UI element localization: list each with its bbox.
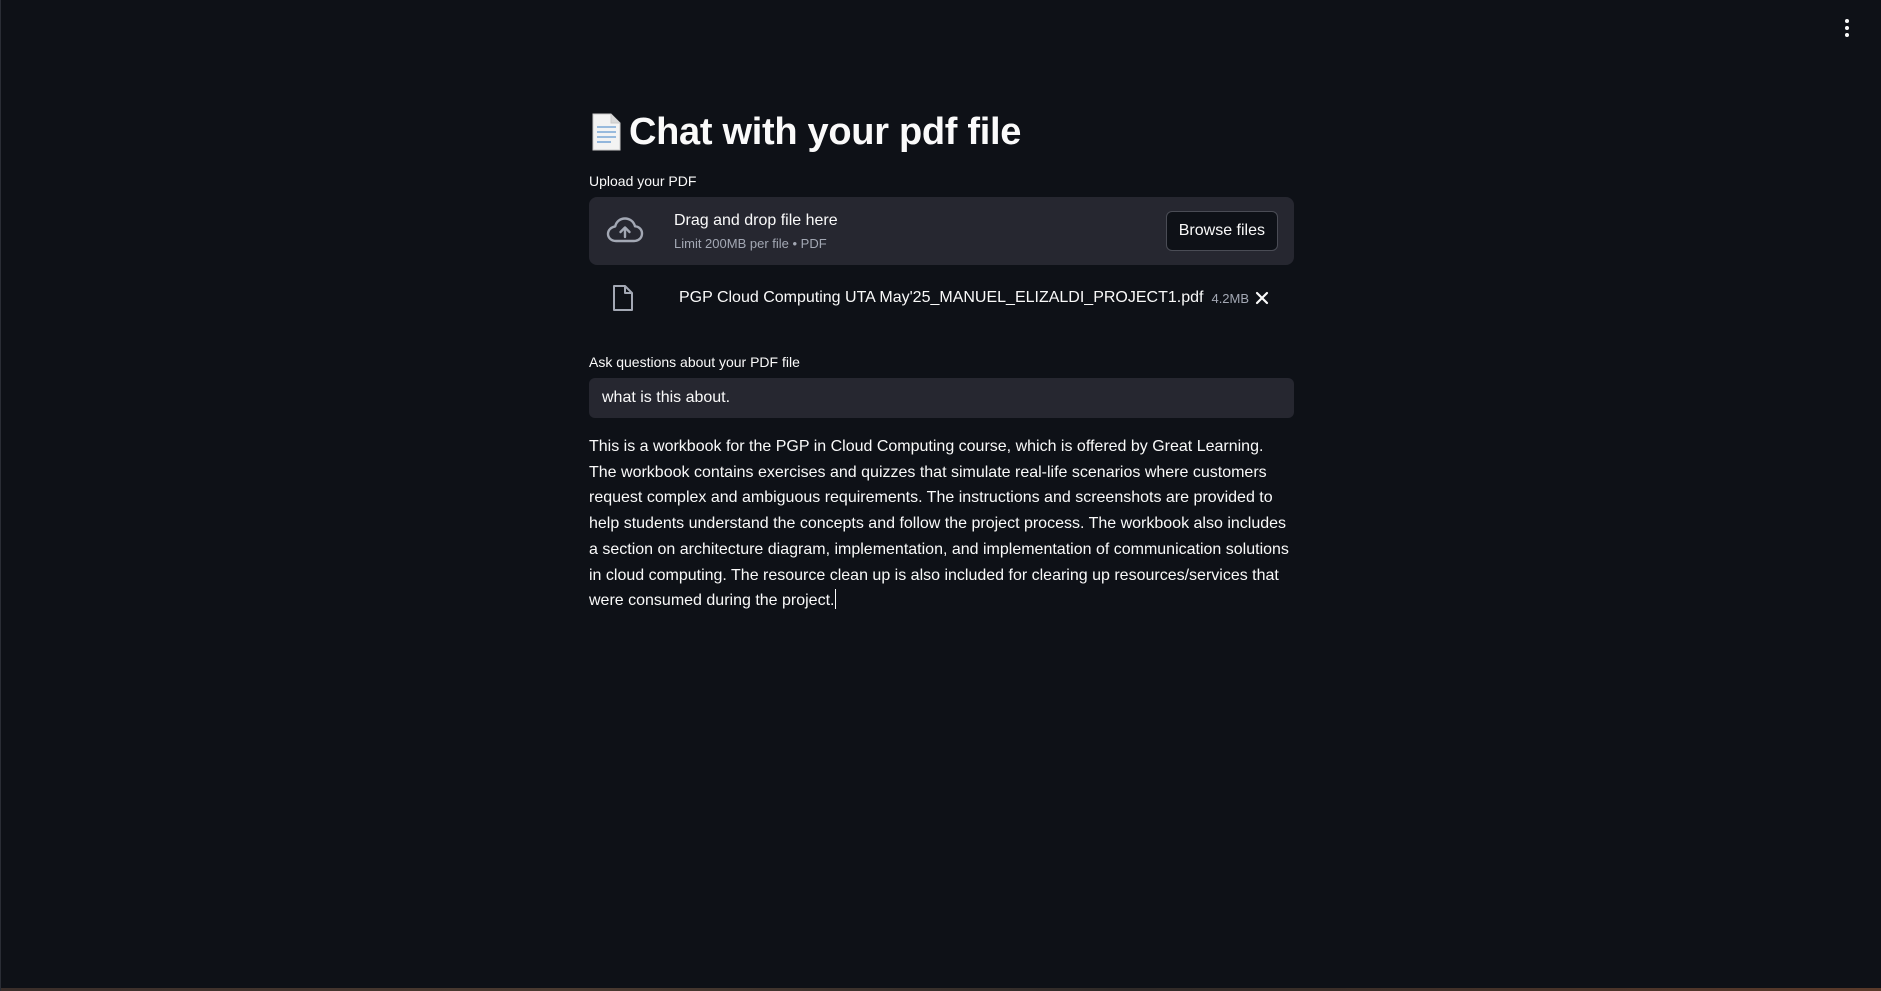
question-input[interactable] (589, 378, 1294, 418)
dropzone[interactable]: Drag and drop file here Limit 200MB per … (589, 197, 1294, 265)
close-icon[interactable] (1252, 288, 1272, 308)
question-block: Ask questions about your PDF file (589, 353, 1294, 418)
uploaded-file-size: 4.2MB (1211, 290, 1250, 306)
menu-dot (1845, 26, 1849, 30)
uploaded-file-row: PGP Cloud Computing UTA May'25_MANUEL_EL… (589, 265, 1294, 331)
app-window: Chat with your pdf file Upload your PDF … (0, 0, 1881, 991)
page-title: Chat with your pdf file (589, 100, 1294, 164)
menu-dot (1845, 33, 1849, 37)
file-icon (613, 285, 633, 311)
answer-text: This is a workbook for the PGP in Cloud … (589, 434, 1294, 614)
dropzone-texts: Drag and drop file here Limit 200MB per … (674, 210, 1166, 253)
page-title-text: Chat with your pdf file (629, 110, 1022, 153)
question-label: Ask questions about your PDF file (589, 354, 800, 370)
answer-body: This is a workbook for the PGP in Cloud … (589, 438, 1289, 610)
dropzone-title: Drag and drop file here (674, 211, 838, 229)
menu-dot (1845, 19, 1849, 23)
kebab-menu-icon[interactable] (1835, 14, 1859, 42)
cloud-upload-icon (606, 217, 644, 243)
browse-files-button[interactable]: Browse files (1165, 211, 1278, 251)
main-content: Chat with your pdf file Upload your PDF … (589, 100, 1294, 614)
file-uploader: Upload your PDF Drag and drop file here … (589, 172, 1294, 331)
text-cursor (835, 589, 837, 610)
uploaded-file-name: PGP Cloud Computing UTA May'25_MANUEL_EL… (679, 289, 1204, 306)
uploader-label: Upload your PDF (589, 173, 697, 189)
document-icon (589, 112, 623, 152)
dropzone-subtitle: Limit 200MB per file • PDF (674, 235, 827, 251)
